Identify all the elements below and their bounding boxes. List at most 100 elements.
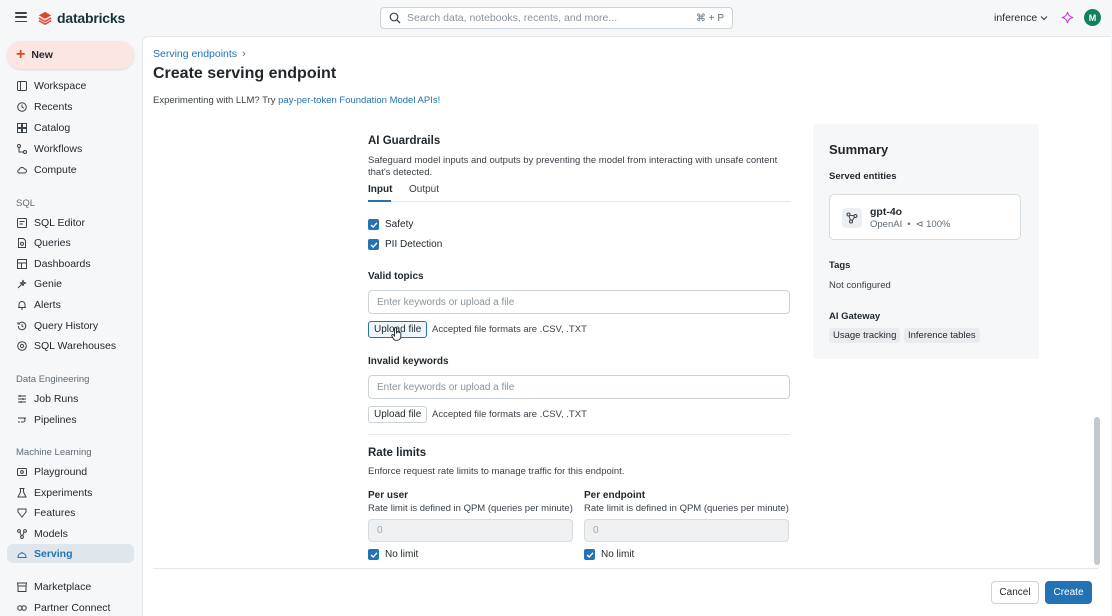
dashboard-icon	[17, 258, 27, 269]
check-icon	[586, 551, 594, 558]
global-search[interactable]: Search data, notebooks, recents, and mor…	[380, 7, 733, 29]
footer-divider	[153, 568, 1098, 569]
sidebar-item-serving[interactable]: Serving	[7, 544, 134, 563]
editor-icon	[17, 217, 27, 228]
sidebar-item-alerts[interactable]: Alerts	[7, 295, 134, 314]
sidebar-item-label: Playground	[34, 465, 88, 478]
scrollbar-thumb[interactable]	[1094, 417, 1100, 565]
sidebar: + New Workspace Recents Catalog Workflow…	[0, 36, 142, 616]
features-icon	[17, 508, 27, 518]
sidebar-item-sql-warehouses[interactable]: SQL Warehouses	[7, 336, 134, 355]
top-bar: databricks Search data, notebooks, recen…	[0, 0, 1112, 36]
sidebar-item-label: Job Runs	[34, 392, 79, 405]
search-placeholder: Search data, notebooks, recents, and mor…	[407, 12, 618, 24]
section-divider	[368, 434, 790, 435]
entity-traffic: ⊲ 100%	[915, 219, 951, 230]
playground-icon	[17, 467, 27, 476]
per-user-label: Per user	[368, 490, 409, 501]
sidebar-item-label: Alerts	[34, 298, 61, 311]
workspace-selector[interactable]: inference	[994, 12, 1048, 24]
sidebar-item-dashboards[interactable]: Dashboards	[7, 254, 134, 273]
pii-label: PII Detection	[385, 239, 443, 250]
search-shortcut: ⌘ + P	[695, 12, 724, 24]
sidebar-item-recents[interactable]: Recents	[7, 97, 134, 116]
new-button[interactable]: + New	[7, 41, 134, 69]
job-runs-icon	[18, 394, 26, 403]
foundation-model-hint: Experimenting with LLM? Try pay-per-toke…	[153, 95, 440, 106]
entity-provider: OpenAI	[870, 219, 903, 230]
databricks-logo[interactable]: databricks	[38, 10, 125, 26]
safety-label: Safety	[385, 219, 414, 230]
sidebar-item-genie[interactable]: Genie	[7, 274, 134, 293]
databricks-logo-icon	[38, 11, 52, 25]
catalog-icon	[17, 122, 27, 133]
user-avatar[interactable]: M	[1084, 9, 1101, 26]
pii-checkbox-row[interactable]: PII Detection	[368, 239, 442, 250]
per-user-input[interactable]: 0	[368, 519, 573, 542]
summary-title: Summary	[829, 142, 889, 157]
sidebar-item-pipelines[interactable]: Pipelines	[7, 410, 134, 429]
per-endpoint-input[interactable]: 0	[584, 519, 789, 542]
sidebar-section-sql: SQL	[16, 198, 36, 209]
cancel-button[interactable]: Cancel	[991, 581, 1039, 604]
warehouse-icon	[17, 340, 27, 351]
sidebar-item-playground[interactable]: Playground	[7, 462, 134, 481]
sidebar-item-query-history[interactable]: Query History	[7, 316, 134, 335]
sidebar-section-machine-learning: Machine Learning	[16, 447, 92, 458]
per-user-no-limit-checkbox[interactable]	[368, 549, 379, 560]
per-endpoint-no-limit-checkbox[interactable]	[584, 549, 595, 560]
experiments-icon	[17, 487, 27, 497]
sidebar-item-label: SQL Editor	[34, 216, 85, 229]
breadcrumb: Serving endpoints ›	[153, 48, 246, 60]
per-endpoint-description: Rate limit is defined in QPM (queries pe…	[584, 503, 789, 514]
workspace-icon	[17, 80, 27, 91]
entity-meta: OpenAI • ⊲ 100%	[870, 219, 950, 230]
sidebar-item-label: Genie	[34, 277, 63, 290]
sidebar-item-marketplace[interactable]: Marketplace	[7, 577, 134, 596]
per-endpoint-no-limit-row[interactable]: No limit	[584, 549, 634, 560]
sidebar-item-workspace[interactable]: Workspace	[7, 76, 134, 95]
rate-limits-title: Rate limits	[368, 447, 427, 459]
invalid-keywords-upload-button[interactable]: Upload file	[368, 406, 428, 423]
tab-input[interactable]: Input	[368, 184, 392, 202]
per-user-no-limit-row[interactable]: No limit	[368, 549, 418, 560]
served-entity-card[interactable]: gpt-4o OpenAI • ⊲ 100%	[829, 194, 1021, 240]
sidebar-item-job-runs[interactable]: Job Runs	[7, 389, 134, 408]
sidebar-item-catalog[interactable]: Catalog	[7, 118, 134, 137]
sidebar-item-label: Pipelines	[34, 413, 77, 426]
workspace-name: inference	[994, 12, 1038, 24]
tab-output[interactable]: Output	[409, 184, 439, 202]
sidebar-item-label: Partner Connect	[34, 601, 111, 614]
main-panel: Serving endpoints › Create serving endpo…	[142, 36, 1111, 616]
safety-checkbox[interactable]	[368, 219, 379, 230]
genie-icon	[17, 279, 27, 288]
safety-checkbox-row[interactable]: Safety	[368, 219, 413, 230]
check-icon	[370, 221, 378, 228]
sidebar-item-partner-connect[interactable]: Partner Connect	[7, 598, 134, 616]
cloud-icon	[17, 166, 27, 173]
pay-per-token-link[interactable]: pay-per-token Foundation Model APIs!	[278, 95, 440, 106]
plus-icon: +	[16, 46, 26, 63]
valid-topics-input[interactable]	[368, 290, 790, 314]
model-graph-icon	[842, 208, 862, 228]
usage-tracking-chip: Usage tracking	[829, 328, 901, 343]
no-limit-label: No limit	[601, 549, 635, 560]
sidebar-item-label: Compute	[34, 163, 77, 176]
sidebar-item-label: Workflows	[34, 142, 83, 155]
sidebar-item-compute[interactable]: Compute	[7, 160, 134, 179]
clock-icon	[17, 101, 27, 112]
sidebar-item-queries[interactable]: Queries	[7, 233, 134, 252]
sidebar-item-sql-editor[interactable]: SQL Editor	[7, 213, 134, 232]
sidebar-item-label: Marketplace	[34, 580, 92, 593]
sidebar-item-workflows[interactable]: Workflows	[7, 139, 134, 158]
served-entities-label: Served entities	[829, 171, 897, 182]
sidebar-item-models[interactable]: Models	[7, 524, 134, 543]
sidebar-item-experiments[interactable]: Experiments	[7, 483, 134, 502]
assistant-sparkle-icon[interactable]	[1061, 11, 1074, 24]
menu-icon[interactable]	[15, 12, 27, 22]
invalid-keywords-input[interactable]	[368, 375, 790, 399]
sidebar-item-features[interactable]: Features	[7, 503, 134, 522]
create-button[interactable]: Create	[1045, 581, 1092, 604]
pii-checkbox[interactable]	[368, 239, 379, 250]
breadcrumb-serving-endpoints[interactable]: Serving endpoints	[153, 48, 237, 60]
